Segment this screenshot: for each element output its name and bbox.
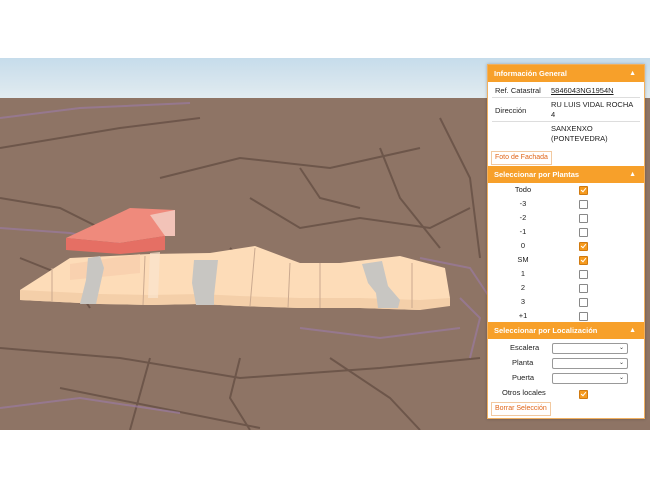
plantas-title: Seleccionar por Plantas bbox=[494, 170, 580, 179]
planta-label: +1 bbox=[518, 311, 528, 320]
planta-label: 0 bbox=[520, 241, 526, 250]
otros-locales-checkbox[interactable] bbox=[579, 390, 588, 399]
localizacion-header[interactable]: Seleccionar por Localización ▲ bbox=[488, 322, 644, 339]
planta-checkbox[interactable] bbox=[579, 228, 588, 237]
planta-checkbox[interactable] bbox=[579, 270, 588, 279]
info-general-title: Información General bbox=[494, 69, 567, 78]
planta-checkbox[interactable] bbox=[579, 312, 588, 321]
planta-checkbox[interactable] bbox=[579, 256, 588, 265]
plantas-header[interactable]: Seleccionar por Plantas ▲ bbox=[488, 166, 644, 183]
escalera-label: Escalera bbox=[510, 343, 540, 352]
planta-row-m3: -3 bbox=[488, 197, 644, 211]
borrar-seleccion-button[interactable]: Borrar Selección bbox=[491, 402, 551, 416]
ref-catastral-label: Ref. Catastral bbox=[495, 86, 541, 95]
planta-checkbox[interactable] bbox=[579, 200, 588, 209]
planta-row-sm: SM bbox=[488, 253, 644, 267]
planta-label: SM bbox=[517, 255, 529, 264]
planta-select-label: Planta bbox=[512, 358, 534, 367]
planta-checkbox[interactable] bbox=[579, 284, 588, 293]
planta-checkbox[interactable] bbox=[579, 242, 588, 251]
foto-fachada-button[interactable]: Foto de Fachada bbox=[491, 151, 552, 165]
planta-label: Todo bbox=[514, 185, 532, 194]
planta-select[interactable]: ⌄ bbox=[552, 358, 628, 369]
collapse-triangle-icon[interactable]: ▲ bbox=[629, 322, 636, 339]
planta-checkbox[interactable] bbox=[579, 214, 588, 223]
direccion-line-2: 4 bbox=[551, 110, 556, 119]
planta-row-todo: Todo bbox=[488, 183, 644, 197]
planta-row-2: 2 bbox=[488, 281, 644, 295]
info-general-header[interactable]: Información General ▲ bbox=[488, 65, 644, 82]
direccion-line-1: RU LUIS VIDAL ROCHA bbox=[551, 100, 634, 109]
localizacion-title: Seleccionar por Localización bbox=[494, 326, 598, 335]
planta-row-0: 0 bbox=[488, 239, 644, 253]
divider bbox=[492, 121, 640, 122]
planta-checkbox[interactable] bbox=[579, 186, 588, 195]
planta-row-p1: +1 bbox=[488, 309, 644, 323]
planta-row-m1: -1 bbox=[488, 225, 644, 239]
direccion-label: Dirección bbox=[495, 106, 527, 115]
planta-row-1: 1 bbox=[488, 267, 644, 281]
planta-row-m2: -2 bbox=[488, 211, 644, 225]
direccion-line-4: (PONTEVEDRA) bbox=[551, 134, 608, 143]
planta-label: 3 bbox=[520, 297, 526, 306]
plantas-list: Todo -3 -2 -1 0 SM 1 2 3 +1 bbox=[488, 183, 644, 323]
planta-row-3: 3 bbox=[488, 295, 644, 309]
direccion-line-3: SANXENXO bbox=[551, 124, 593, 133]
planta-checkbox[interactable] bbox=[579, 298, 588, 307]
planta-label: -3 bbox=[519, 199, 527, 208]
collapse-triangle-icon[interactable]: ▲ bbox=[629, 65, 636, 82]
info-panel: Información General ▲ Ref. Catastral 584… bbox=[487, 64, 645, 419]
otros-locales-label: Otros locales bbox=[502, 388, 546, 397]
ref-catastral-value: 5846043NG1954N bbox=[551, 86, 614, 95]
chevron-down-icon: ⌄ bbox=[618, 345, 624, 351]
collapse-triangle-icon[interactable]: ▲ bbox=[629, 166, 636, 183]
planta-label: 2 bbox=[520, 283, 526, 292]
planta-label: 1 bbox=[520, 269, 526, 278]
chevron-down-icon: ⌄ bbox=[618, 360, 624, 366]
planta-label: -2 bbox=[519, 213, 527, 222]
planta-label: -1 bbox=[519, 227, 527, 236]
escalera-select[interactable]: ⌄ bbox=[552, 343, 628, 354]
puerta-label: Puerta bbox=[512, 373, 535, 382]
chevron-down-icon: ⌄ bbox=[618, 375, 624, 381]
puerta-select[interactable]: ⌄ bbox=[552, 373, 628, 384]
divider bbox=[492, 97, 640, 98]
